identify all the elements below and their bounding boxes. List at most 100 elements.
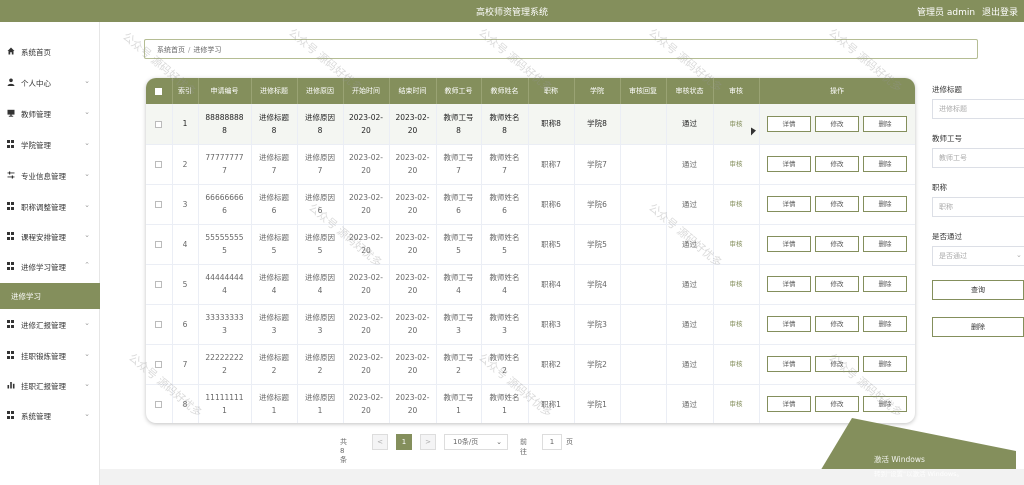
detail-button[interactable]: 详情 (767, 276, 811, 292)
row-checkbox[interactable] (146, 104, 173, 144)
detail-button[interactable]: 详情 (767, 196, 811, 212)
cell-start: 2023-02- 20 (343, 184, 390, 224)
page-number-button[interactable]: 1 (396, 434, 412, 450)
column-header: 教师姓名 (481, 78, 529, 104)
sidebar-item-label: 职称调整管理 (21, 203, 66, 212)
cell-index: 4 (172, 224, 199, 264)
edit-button[interactable]: 修改 (815, 316, 859, 332)
audit-link[interactable]: 审核 (730, 400, 743, 408)
audit-link[interactable]: 审核 (730, 200, 743, 208)
search-teacher-no-input[interactable]: 教师工号 (932, 148, 1024, 168)
detail-button[interactable]: 详情 (767, 316, 811, 332)
grid-icon (7, 320, 15, 328)
cell-start: 2023-02- 20 (343, 384, 390, 423)
detail-button[interactable]: 详情 (767, 115, 811, 132)
column-header: 教师工号 (436, 78, 482, 104)
cell-title: 进修标题 7 (251, 144, 298, 184)
home-icon (7, 47, 15, 55)
query-button[interactable]: 查询 (932, 280, 1024, 300)
row-checkbox[interactable] (146, 184, 173, 224)
system-title: 高校师资管理系统 (475, 8, 548, 18)
audit-link[interactable]: 审核 (730, 160, 743, 168)
cell-start: 2023-02- 20 (343, 264, 390, 304)
batch-delete-button[interactable]: 删除 (932, 317, 1024, 337)
breadcrumb-current: 进修学习 (193, 46, 222, 54)
cell-index: 3 (172, 184, 199, 224)
row-checkbox[interactable] (146, 224, 173, 264)
search-title-input[interactable]: 进修标题 (932, 99, 1024, 119)
sidebar-item-study-management[interactable]: 进修学习管理 ⌃ (0, 257, 100, 277)
delete-button[interactable]: 删除 (863, 396, 907, 412)
audit-cell: 审核 (713, 104, 760, 144)
sidebar-item-label: 挂职锻炼管理 (21, 352, 66, 361)
cell-end: 2023-02- 20 (389, 224, 437, 264)
logout-link[interactable]: 退出登录 (982, 8, 1018, 18)
sidebar-item-study[interactable]: 进修学习 (0, 283, 100, 309)
audit-cell: 审核 (713, 384, 760, 423)
detail-button[interactable]: 详情 (767, 396, 811, 412)
detail-button[interactable]: 详情 (767, 356, 811, 372)
edit-button[interactable]: 修改 (815, 356, 859, 372)
chevron-down-icon: ⌄ (84, 231, 90, 239)
audit-link[interactable]: 审核 (730, 360, 743, 368)
sidebar: 系统首页 个人中心 ⌄ 教师管理 ⌄ 学院管理 ⌄ 专业信息管理 ⌄ 职称调整管… (0, 22, 100, 485)
grid-icon (7, 140, 15, 148)
sidebar-item-secondment[interactable]: 挂职锻炼管理 ⌄ (0, 346, 100, 366)
delete-button[interactable]: 删除 (863, 316, 907, 332)
sidebar-item-secondment-report[interactable]: 挂职汇报管理 ⌄ (0, 376, 100, 396)
page-size-select[interactable]: 10条/页 ⌄ (444, 434, 508, 450)
chevron-down-icon: ⌄ (84, 139, 90, 147)
jump-page-input[interactable]: 1 (542, 434, 562, 450)
detail-button[interactable]: 详情 (767, 156, 811, 172)
prev-page-button[interactable]: < (372, 434, 388, 450)
select-all-checkbox[interactable] (146, 78, 173, 104)
delete-button[interactable]: 删除 (863, 115, 907, 132)
row-checkbox[interactable] (146, 264, 173, 304)
audit-link[interactable]: 审核 (730, 240, 743, 248)
sidebar-item-courses[interactable]: 课程安排管理 ⌄ (0, 227, 100, 247)
cell-rank: 职称4 (528, 264, 575, 304)
sidebar-item-colleges[interactable]: 学院管理 ⌄ (0, 135, 100, 155)
row-checkbox[interactable] (146, 384, 173, 423)
chevron-down-icon: ⌄ (84, 77, 90, 85)
edit-button[interactable]: 修改 (815, 196, 859, 212)
row-checkbox[interactable] (146, 304, 173, 344)
edit-button[interactable]: 修改 (815, 396, 859, 412)
cell-index: 8 (172, 384, 199, 423)
edit-button[interactable]: 修改 (815, 115, 859, 132)
delete-button[interactable]: 删除 (863, 276, 907, 292)
operations-cell: 详情 修改 删除 (759, 104, 915, 144)
row-checkbox[interactable] (146, 344, 173, 384)
delete-button[interactable]: 删除 (863, 196, 907, 212)
search-passed-select[interactable]: 是否通过 (932, 246, 1024, 266)
cell-rank: 职称7 (528, 144, 575, 184)
sidebar-item-teachers[interactable]: 教师管理 ⌄ (0, 104, 100, 124)
sidebar-item-home[interactable]: 系统首页 (0, 42, 100, 62)
cell-end: 2023-02- 20 (389, 264, 437, 304)
cell-title: 进修标题 5 (251, 224, 298, 264)
audit-link[interactable]: 审核 (730, 120, 743, 128)
search-rank-input[interactable]: 职称 (932, 197, 1024, 217)
cell-teacher-name: 教师姓名 5 (481, 224, 529, 264)
delete-button[interactable]: 删除 (863, 356, 907, 372)
edit-button[interactable]: 修改 (815, 236, 859, 252)
breadcrumb-home[interactable]: 系统首页 (157, 46, 185, 54)
audit-link[interactable]: 审核 (730, 320, 743, 328)
sidebar-item-system[interactable]: 系统管理 ⌄ (0, 406, 100, 426)
edit-button[interactable]: 修改 (815, 276, 859, 292)
sidebar-item-study-report[interactable]: 进修汇报管理 ⌄ (0, 315, 100, 335)
next-page-button[interactable]: > (420, 434, 436, 450)
sidebar-item-profile[interactable]: 个人中心 ⌄ (0, 73, 100, 93)
edit-button[interactable]: 修改 (815, 156, 859, 172)
audit-link[interactable]: 审核 (730, 280, 743, 288)
chevron-down-icon: ⌄ (84, 410, 90, 418)
sidebar-item-rank-adjust[interactable]: 职称调整管理 ⌄ (0, 197, 100, 217)
operations-cell: 详情 修改 删除 (759, 224, 915, 264)
delete-button[interactable]: 删除 (863, 156, 907, 172)
row-checkbox[interactable] (146, 144, 173, 184)
delete-button[interactable]: 删除 (863, 236, 907, 252)
table-body: 1 88888888 8 进修标题 8 进修原因 8 2023-02- 20 2023-02- 20… (146, 104, 915, 423)
jump-unit: 页 (566, 438, 573, 446)
sidebar-item-majors[interactable]: 专业信息管理 ⌄ (0, 166, 100, 186)
detail-button[interactable]: 详情 (767, 236, 811, 252)
